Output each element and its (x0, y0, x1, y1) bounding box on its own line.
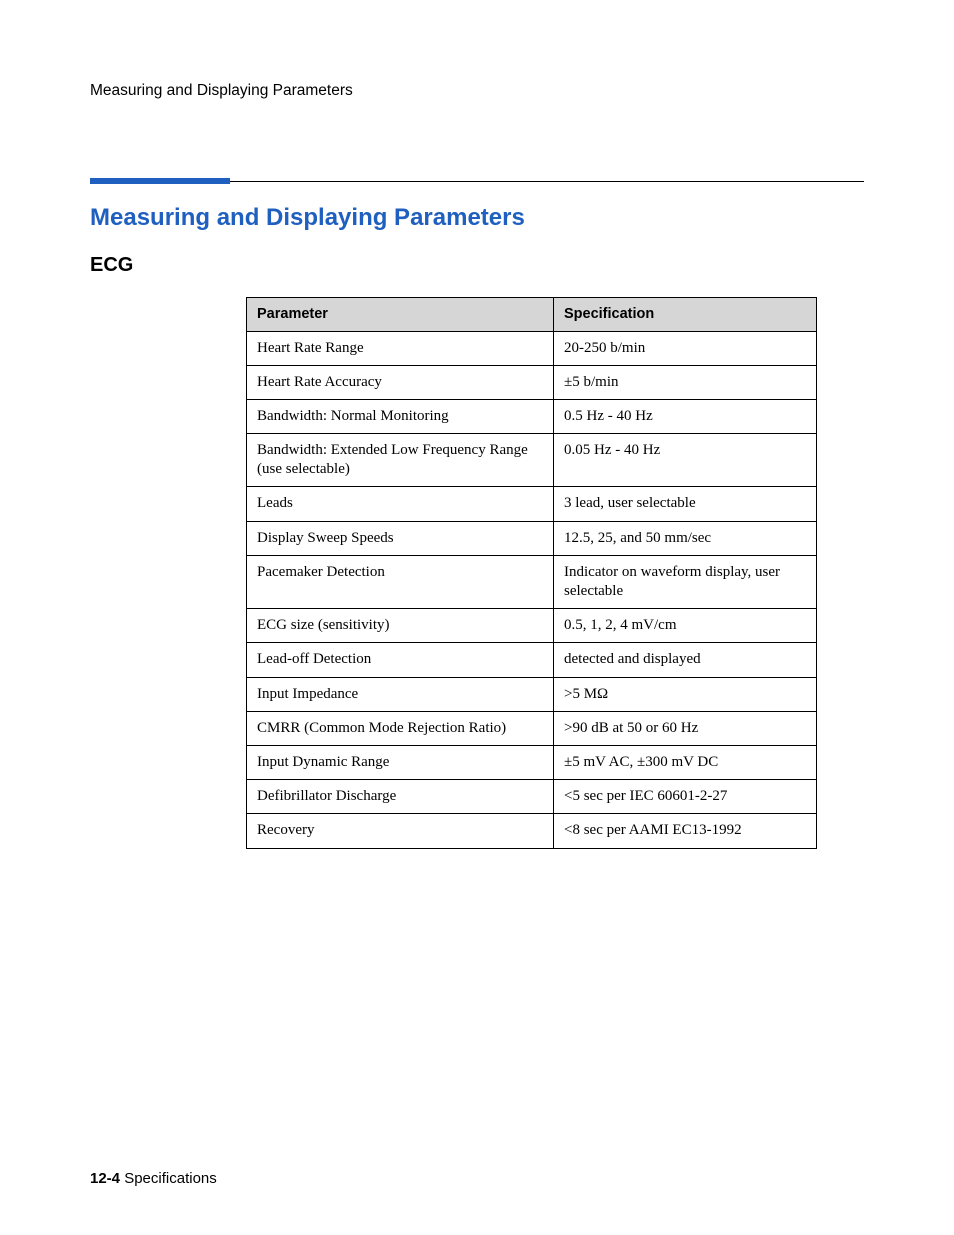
cell-parameter: Display Sweep Speeds (247, 521, 554, 555)
table-row: Defibrillator Discharge<5 sec per IEC 60… (247, 780, 817, 814)
table-header-row: Parameter Specification (247, 298, 817, 332)
cell-specification: >90 dB at 50 or 60 Hz (554, 711, 817, 745)
table-row: CMRR (Common Mode Rejection Ratio)>90 dB… (247, 711, 817, 745)
cell-parameter: Bandwidth: Extended Low Frequency Range … (247, 434, 554, 487)
cell-specification: ±5 mV AC, ±300 mV DC (554, 745, 817, 779)
running-header: Measuring and Displaying Parameters (90, 82, 864, 100)
cell-specification: detected and displayed (554, 643, 817, 677)
cell-parameter: Pacemaker Detection (247, 555, 554, 608)
cell-specification: Indicator on waveform display, user sele… (554, 555, 817, 608)
table-header-specification: Specification (554, 298, 817, 332)
table-row: Bandwidth: Normal Monitoring0.5 Hz - 40 … (247, 399, 817, 433)
cell-specification: 20-250 b/min (554, 331, 817, 365)
table-row: Leads3 lead, user selectable (247, 487, 817, 521)
section-heading: Measuring and Displaying Parameters (90, 204, 864, 232)
cell-specification: >5 MΩ (554, 677, 817, 711)
cell-parameter: Input Impedance (247, 677, 554, 711)
table-row: Heart Rate Accuracy±5 b/min (247, 365, 817, 399)
table-row: Recovery<8 sec per AAMI EC13-1992 (247, 814, 817, 848)
table-row: ECG size (sensitivity)0.5, 1, 2, 4 mV/cm (247, 609, 817, 643)
cell-specification: 0.5 Hz - 40 Hz (554, 399, 817, 433)
cell-parameter: Bandwidth: Normal Monitoring (247, 399, 554, 433)
table-row: Lead-off Detectiondetected and displayed (247, 643, 817, 677)
cell-parameter: ECG size (sensitivity) (247, 609, 554, 643)
table-row: Bandwidth: Extended Low Frequency Range … (247, 434, 817, 487)
cell-parameter: Lead-off Detection (247, 643, 554, 677)
cell-specification: ±5 b/min (554, 365, 817, 399)
sub-heading-ecg: ECG (90, 254, 864, 277)
cell-specification: 12.5, 25, and 50 mm/sec (554, 521, 817, 555)
page-number: 12-4 (90, 1170, 120, 1187)
cell-specification: 3 lead, user selectable (554, 487, 817, 521)
cell-specification: 0.5, 1, 2, 4 mV/cm (554, 609, 817, 643)
cell-specification: 0.05 Hz - 40 Hz (554, 434, 817, 487)
page: Measuring and Displaying Parameters Meas… (0, 0, 954, 1235)
cell-parameter: Defibrillator Discharge (247, 780, 554, 814)
table-row: Pacemaker DetectionIndicator on waveform… (247, 555, 817, 608)
cell-parameter: Heart Rate Accuracy (247, 365, 554, 399)
table-header-parameter: Parameter (247, 298, 554, 332)
cell-parameter: Recovery (247, 814, 554, 848)
cell-parameter: Leads (247, 487, 554, 521)
cell-parameter: Heart Rate Range (247, 331, 554, 365)
cell-parameter: CMRR (Common Mode Rejection Ratio) (247, 711, 554, 745)
table-row: Input Impedance>5 MΩ (247, 677, 817, 711)
section-rule (90, 178, 864, 186)
page-footer: 12-4 Specifications (90, 1170, 217, 1187)
table-row: Input Dynamic Range±5 mV AC, ±300 mV DC (247, 745, 817, 779)
footer-section: Specifications (120, 1170, 217, 1187)
ecg-spec-table: Parameter Specification Heart Rate Range… (246, 297, 817, 849)
rule-thick (90, 178, 230, 184)
table-row: Display Sweep Speeds12.5, 25, and 50 mm/… (247, 521, 817, 555)
cell-specification: <5 sec per IEC 60601-2-27 (554, 780, 817, 814)
table-row: Heart Rate Range20-250 b/min (247, 331, 817, 365)
cell-specification: <8 sec per AAMI EC13-1992 (554, 814, 817, 848)
cell-parameter: Input Dynamic Range (247, 745, 554, 779)
